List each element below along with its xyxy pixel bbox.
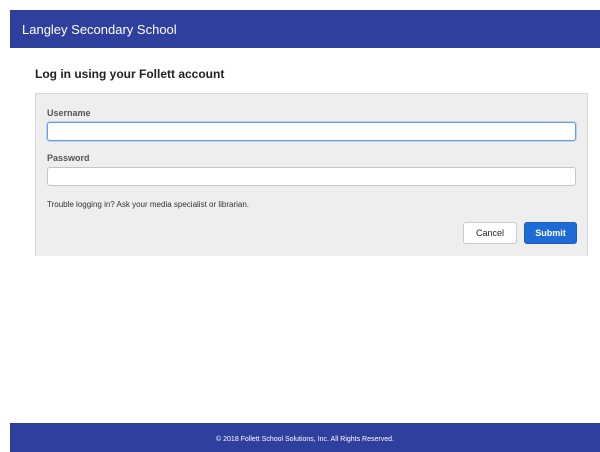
page: Langley Secondary School Log in using yo… <box>0 0 600 452</box>
page-title: Log in using your Follett account <box>35 67 225 81</box>
password-field[interactable] <box>47 167 576 186</box>
app-header: Langley Secondary School <box>10 10 600 48</box>
help-text: Trouble logging in? Ask your media speci… <box>47 200 250 209</box>
username-label: Username <box>47 108 91 118</box>
password-label: Password <box>47 153 90 163</box>
submit-button[interactable]: Submit <box>524 222 577 244</box>
school-name: Langley Secondary School <box>22 21 177 37</box>
cancel-button[interactable]: Cancel <box>463 222 517 244</box>
login-panel: Username Password Trouble logging in? As… <box>35 93 588 256</box>
username-field[interactable] <box>47 122 576 141</box>
app-footer: © 2018 Follett School Solutions, Inc. Al… <box>10 423 600 452</box>
copyright-text: © 2018 Follett School Solutions, Inc. Al… <box>216 436 394 443</box>
